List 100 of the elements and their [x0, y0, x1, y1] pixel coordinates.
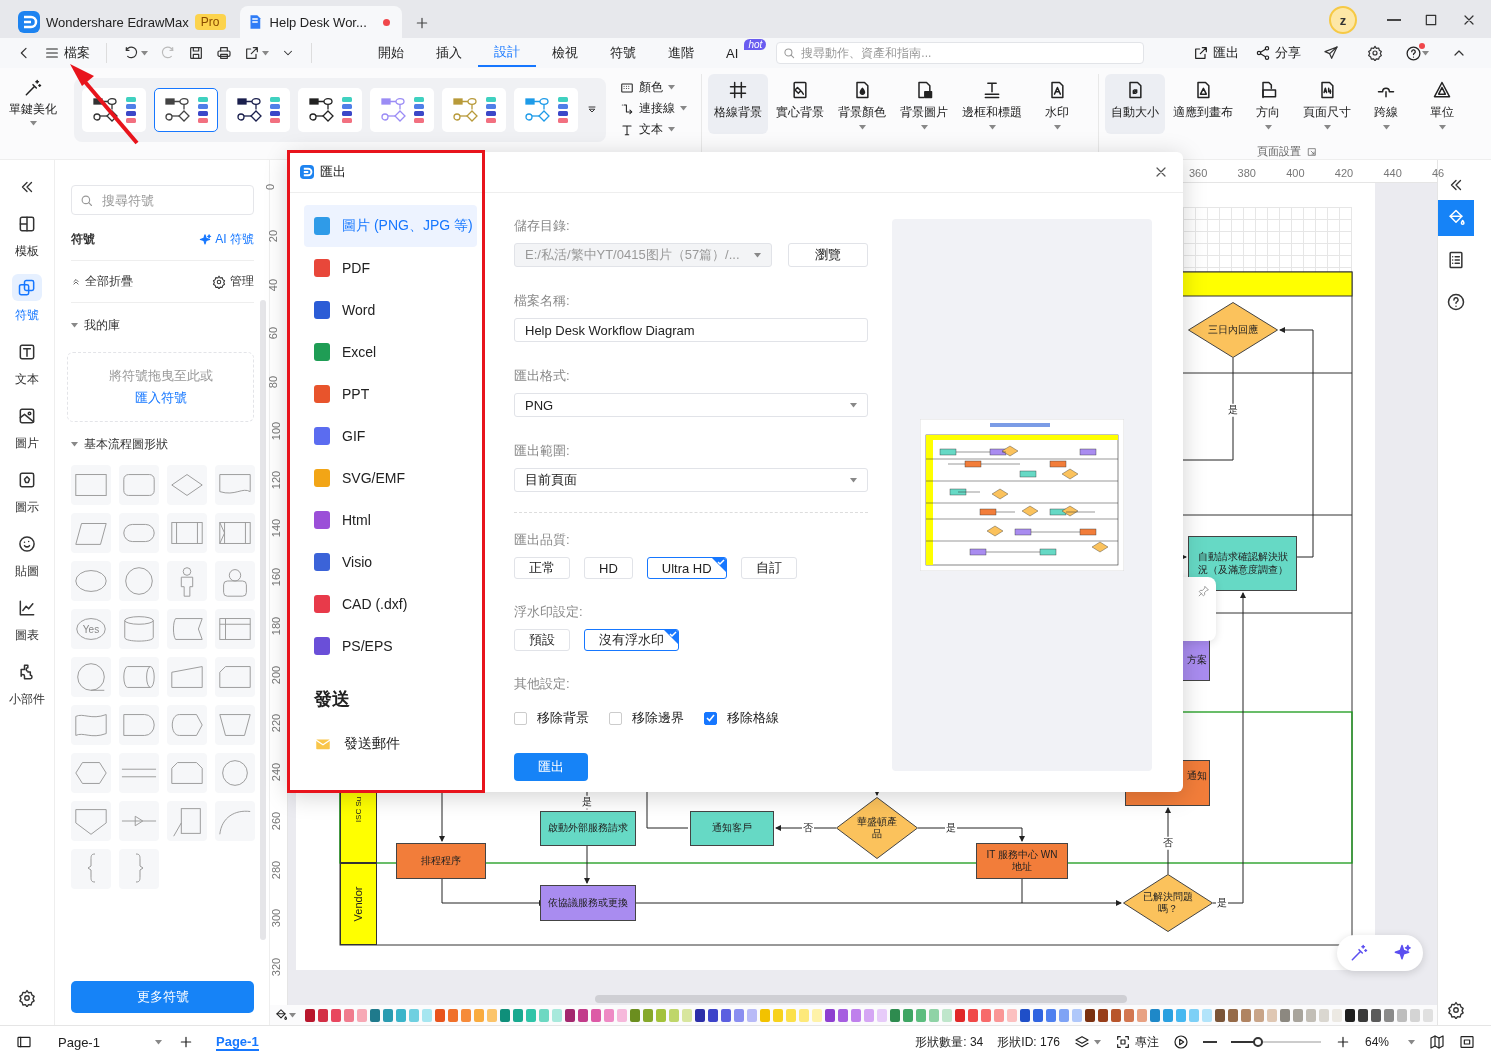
- export-submit-button[interactable]: 匯出: [514, 753, 588, 781]
- ruler-label: 200: [270, 665, 283, 684]
- more-symbols-button[interactable]: 更多符號: [71, 981, 254, 1013]
- process-box: 依協議服務或更換: [540, 885, 636, 921]
- option-button[interactable]: HD: [584, 557, 633, 579]
- ribbon-button[interactable]: 跨線: [1359, 74, 1413, 134]
- share-button[interactable]: 分享: [1255, 44, 1301, 62]
- format-dropdown[interactable]: PNG: [514, 393, 868, 417]
- format-item[interactable]: Visio: [304, 541, 477, 583]
- ribbon-button[interactable]: 頁面尺寸: [1297, 74, 1357, 134]
- style-menu-item[interactable]: 連接線: [620, 100, 687, 117]
- branch-label: 否: [802, 821, 814, 835]
- ribbon-button[interactable]: 邊框和標題: [956, 74, 1028, 134]
- ruler-label: 120: [270, 470, 283, 489]
- shape-tile[interactable]: Yes: [71, 609, 111, 649]
- sidebar-item[interactable]: 貼圖: [12, 530, 42, 580]
- beautify-button[interactable]: 單鍵美化: [0, 68, 66, 159]
- ai-symbol-button[interactable]: AI 符號: [198, 231, 254, 248]
- ruler-label: 140: [270, 519, 283, 538]
- menu-tab[interactable]: 檢視: [536, 39, 594, 67]
- pro-badge: Pro: [194, 14, 226, 30]
- filename-input[interactable]: Help Desk Workflow Diagram: [514, 318, 868, 342]
- ruler-label: 240: [270, 762, 283, 782]
- format-item[interactable]: Html: [304, 499, 477, 541]
- sidebar-item[interactable]: 小部件: [9, 658, 45, 708]
- ruler-label: 20: [267, 229, 280, 242]
- zoom-dropdown[interactable]: 64%: [1365, 1035, 1415, 1049]
- group-label: 頁面設置: [1257, 144, 1301, 159]
- ruler-label: 440: [1383, 167, 1402, 179]
- app-tab[interactable]: Help Desk Wor...: [239, 6, 402, 38]
- user-avatar[interactable]: z: [1329, 6, 1357, 34]
- field-label: 浮水印設定:: [514, 603, 584, 621]
- format-item[interactable]: SVG/EMF: [304, 457, 477, 499]
- ruler-label: 360: [1189, 167, 1208, 179]
- ruler-label: 80: [267, 375, 280, 389]
- field-label: 檔案名稱:: [514, 292, 571, 310]
- branch-label: 否: [1162, 836, 1174, 850]
- branch-label: 是: [1216, 896, 1228, 910]
- search-field[interactable]: 搜尋符號: [71, 185, 254, 215]
- option-button[interactable]: 自訂: [740, 557, 797, 579]
- focus-button[interactable]: 專注: [1115, 1033, 1159, 1051]
- ribbon-button[interactable]: 水印: [1030, 74, 1084, 134]
- format-item[interactable]: Excel: [304, 331, 477, 373]
- format-item[interactable]: PPT: [304, 373, 477, 415]
- manage-button[interactable]: 管理: [212, 273, 254, 290]
- format-item[interactable]: PS/EPS: [304, 625, 477, 667]
- shape-id: 形狀ID: 176: [997, 1033, 1060, 1051]
- menu-tab[interactable]: 開始: [362, 39, 420, 67]
- format-item[interactable]: PDF: [304, 247, 477, 289]
- sidebar-item[interactable]: 圖表: [12, 594, 42, 644]
- search-field[interactable]: 搜尋動作、資產和指南...: [776, 42, 1145, 64]
- menu-tab[interactable]: 進階: [652, 39, 710, 67]
- sidebar-item[interactable]: 圖片: [12, 402, 42, 452]
- ruler-label: 60: [267, 327, 280, 340]
- range-dropdown[interactable]: 目前頁面: [514, 468, 868, 492]
- ribbon-button[interactable]: 方向: [1241, 74, 1295, 134]
- sidebar-item[interactable]: 圖示: [12, 466, 42, 516]
- page-dropdown[interactable]: Page-1: [52, 1034, 168, 1050]
- ribbon-button[interactable]: 格線背景: [708, 74, 768, 134]
- import-link[interactable]: 匯入符號: [134, 389, 187, 407]
- decision-diamond: 已解決問題嗎？: [1123, 874, 1213, 932]
- app-tab[interactable]: Wondershare EdrawMax Pro: [12, 6, 238, 38]
- drop-hint: 將符號拖曳至此或: [108, 367, 213, 385]
- browse-button[interactable]: 瀏覽: [788, 243, 868, 267]
- field-label: 其他設定:: [514, 675, 571, 693]
- ruler-label: 260: [270, 811, 283, 830]
- style-menu-item[interactable]: 顏色: [620, 79, 687, 96]
- decision-diamond: 三日內回應: [1188, 302, 1278, 358]
- ribbon-button[interactable]: 背景顏色: [832, 74, 892, 134]
- library-header[interactable]: 我的庫: [71, 317, 269, 334]
- ruler-label: 280: [270, 860, 283, 879]
- format-item[interactable]: Word: [304, 289, 477, 331]
- sidebar-item[interactable]: 模板: [12, 210, 42, 260]
- field-label: 匯出品質:: [514, 531, 571, 549]
- page-tab[interactable]: Page-1: [216, 1033, 259, 1051]
- export-button[interactable]: 匯出: [1193, 44, 1239, 62]
- option-button[interactable]: 預設: [514, 629, 570, 651]
- format-item[interactable]: CAD (.dxf): [304, 583, 477, 625]
- format-item[interactable]: GIF: [304, 415, 477, 457]
- menu-tab[interactable]: 插入: [420, 39, 478, 67]
- section-title: 發送: [314, 688, 351, 711]
- file-menu-button[interactable]: 檔案: [38, 44, 96, 62]
- ribbon-button[interactable]: 背景圖片: [894, 74, 954, 134]
- format-item[interactable]: 圖片 (PNG、JPG 等): [304, 205, 477, 247]
- ruler-label: 420: [1334, 167, 1354, 179]
- process-box: 啟動外部服務請求: [540, 811, 636, 846]
- ribbon-button[interactable]: 實心背景: [770, 74, 830, 134]
- menu-tab[interactable]: 符號: [594, 39, 652, 67]
- ribbon-button[interactable]: 單位: [1415, 74, 1469, 134]
- ruler-label: 40: [267, 278, 280, 291]
- style-menu-item[interactable]: 文本: [620, 121, 687, 138]
- sidebar-item[interactable]: 文本: [12, 338, 42, 388]
- library-header[interactable]: 基本流程圖形狀: [71, 436, 269, 453]
- collapse-all-button[interactable]: 全部折疊: [71, 273, 133, 290]
- option-button[interactable]: Ultra HD: [646, 557, 727, 579]
- menu-tab[interactable]: AI hot: [710, 39, 769, 67]
- ribbon-button[interactable]: 自動大小: [1105, 74, 1165, 134]
- ribbon-button[interactable]: 適應到畫布: [1167, 74, 1239, 134]
- option-button[interactable]: 正常: [514, 557, 570, 579]
- option-button[interactable]: 沒有浮水印: [584, 629, 679, 651]
